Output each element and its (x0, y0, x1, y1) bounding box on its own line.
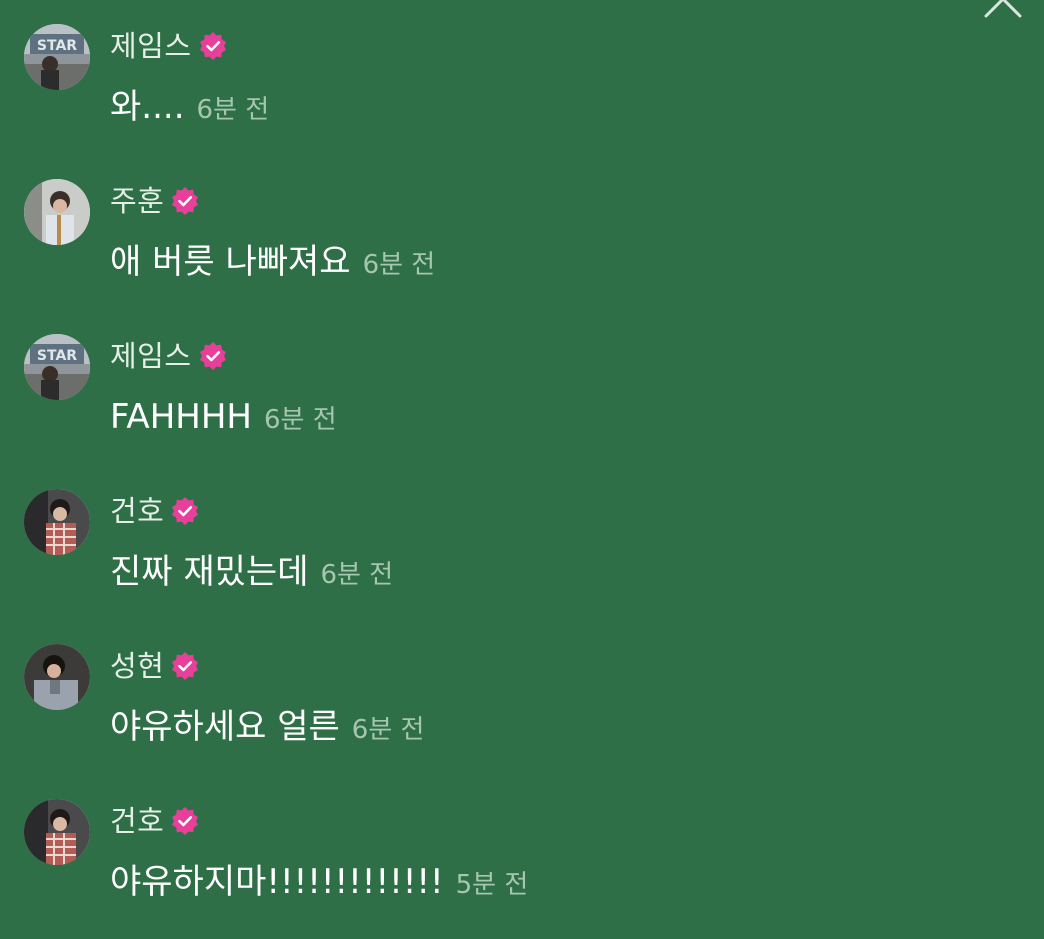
comment-message: FAHHHH (110, 397, 252, 437)
author-name[interactable]: 주훈 (110, 179, 164, 223)
author-name[interactable]: 건호 (110, 489, 164, 533)
author-avatar[interactable]: STAR (24, 334, 90, 400)
comment-timestamp: 6분 전 (320, 560, 394, 590)
author-name[interactable]: 제임스 (110, 334, 192, 378)
comment-timestamp: 6분 전 (362, 250, 436, 280)
author-name[interactable]: 건호 (110, 799, 164, 843)
verified-badge-icon (170, 806, 200, 836)
author-avatar[interactable] (24, 644, 90, 710)
author-avatar[interactable] (24, 799, 90, 865)
close-button[interactable] (982, 0, 1026, 18)
author-name[interactable]: 제임스 (110, 24, 192, 68)
comment-item: 건호 야유하지마!!!!!!!!!!!!! 5분 전 (24, 799, 1024, 919)
verified-badge-icon (198, 31, 228, 61)
verified-badge-icon (170, 186, 200, 216)
comment-timestamp: 6분 전 (351, 715, 425, 745)
verified-badge-icon (170, 651, 200, 681)
svg-text:STAR: STAR (37, 38, 77, 54)
comment-item: 주훈 애 버릇 나빠져요 6분 전 (24, 179, 1024, 299)
verified-badge-icon (170, 496, 200, 526)
comment-timestamp: 5분 전 (455, 870, 529, 900)
verified-badge-icon (198, 341, 228, 371)
comment-message: 와.... (110, 87, 185, 127)
comment-item: 성현 야유하세요 얼른 6분 전 (24, 644, 1024, 764)
comment-timestamp: 6분 전 (263, 405, 337, 435)
comment-item: STAR 제임스 FAHHHH 6분 전 (24, 334, 1024, 454)
author-name[interactable]: 성현 (110, 644, 164, 688)
author-avatar[interactable]: STAR (24, 24, 90, 90)
comment-message: 야유하지마!!!!!!!!!!!!! (110, 862, 444, 902)
comment-timestamp: 6분 전 (196, 95, 270, 125)
author-avatar[interactable] (24, 489, 90, 555)
close-icon (984, 0, 1022, 18)
author-avatar[interactable] (24, 179, 90, 245)
comment-message: 애 버릇 나빠져요 (110, 242, 351, 282)
svg-text:STAR: STAR (37, 348, 77, 364)
comment-message: 진짜 재밌는데 (110, 552, 309, 592)
comment-message: 야유하세요 얼른 (110, 707, 340, 747)
comment-item: STAR 제임스 와.... 6분 전 (24, 24, 1024, 144)
comment-item: 건호 진짜 재밌는데 6분 전 (24, 489, 1024, 609)
